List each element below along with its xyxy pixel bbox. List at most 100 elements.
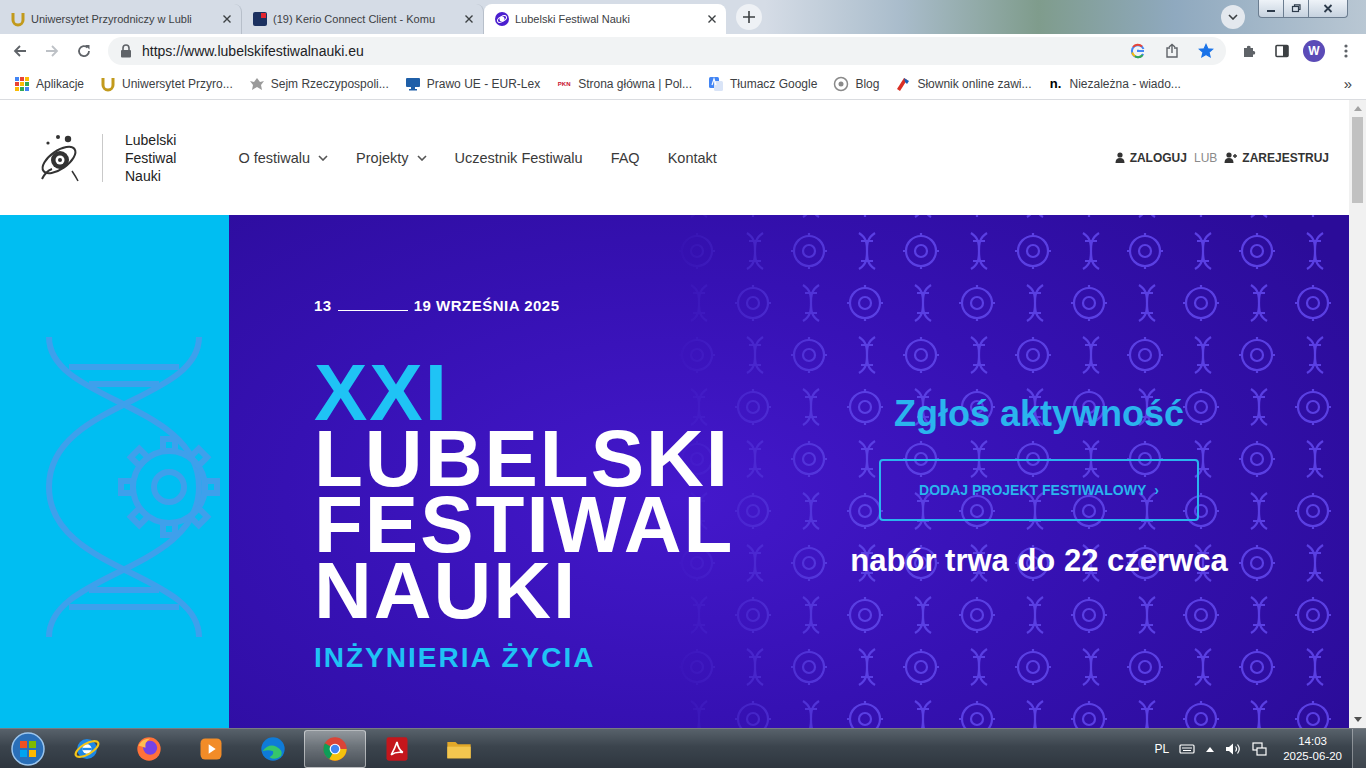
taskbar-app[interactable] [180, 730, 242, 768]
new-tab-button[interactable] [736, 4, 762, 30]
taskbar-app[interactable] [366, 730, 428, 768]
bookmark-item[interactable]: PKN Strona główna | Pol... [550, 73, 698, 95]
extensions-button[interactable] [1236, 37, 1264, 65]
nav-item[interactable]: Uczestnik Festiwalu [455, 150, 583, 166]
share-button[interactable] [1160, 39, 1184, 63]
windows-logo-icon [11, 732, 45, 766]
taskbar-app[interactable] [242, 730, 304, 768]
bookmark-label: Strona główna | Pol... [578, 77, 692, 91]
scroll-up-button[interactable] [1349, 100, 1366, 117]
clock[interactable]: 14:032025-06-20 [1277, 734, 1348, 764]
bookmark-label: Uniwersytet Przyro... [122, 77, 233, 91]
bookmark-label: Niezależna - wiado... [1069, 77, 1180, 91]
arrow-down-icon [1354, 717, 1362, 722]
auth-separator: LUB [1194, 151, 1217, 165]
auth-links: ZALOGUJ LUB ZAREJESTRUJ [1115, 151, 1329, 165]
hero-main: 1319 WRZEŚNIA 2025XXILUBELSKIFESTIWALNAU… [229, 215, 1349, 728]
login-link[interactable]: ZALOGUJ [1115, 151, 1187, 165]
puzzle-icon [1242, 43, 1258, 59]
bookmark-label: Słownik online zawi... [917, 77, 1031, 91]
bookmark-item[interactable]: Aplikacje [8, 73, 90, 95]
taskbar-app[interactable] [304, 730, 366, 768]
bookmark-label: Prawo UE - EUR-Lex [427, 77, 540, 91]
edition-number: XXI [314, 360, 789, 426]
close-icon[interactable] [461, 11, 477, 27]
keyboard-icon[interactable] [1179, 743, 1195, 755]
browser-tab[interactable]: Uniwersytet Przyrodniczy w Lubli [0, 4, 242, 34]
festival-theme: INŻYNIERIA ŻYCIA [314, 642, 789, 674]
window-controls [1259, 0, 1348, 18]
edge-icon [259, 735, 287, 763]
register-link[interactable]: ZAREJESTRUJ [1224, 151, 1329, 165]
bookmark-item[interactable]: Sejm Rzeczypospoli... [243, 73, 395, 95]
acrobat-icon [383, 735, 411, 763]
forward-button[interactable] [38, 37, 66, 65]
close-icon[interactable] [219, 11, 235, 27]
show-desktop-button[interactable] [1352, 729, 1366, 768]
bookmark-star-icon[interactable] [1198, 43, 1214, 59]
arrow-up-icon [1354, 106, 1362, 111]
more-bookmarks-button[interactable]: » [1336, 75, 1360, 92]
restore-button[interactable] [1283, 0, 1309, 18]
address-text: https://www.lubelskifestiwalnauki.eu [142, 43, 1116, 59]
reload-button[interactable] [70, 37, 98, 65]
show-hidden-icons-icon[interactable] [1205, 745, 1215, 753]
eurlex-icon [405, 76, 421, 92]
taskbar-app[interactable] [118, 730, 180, 768]
hero-side-strip [0, 215, 229, 728]
network-icon[interactable] [1251, 742, 1267, 756]
bookmark-item[interactable]: n.Niezależna - wiado... [1041, 73, 1186, 95]
bookmark-button[interactable] [1194, 39, 1218, 63]
clock-time: 14:03 [1298, 734, 1327, 749]
pkn-icon: PKN [556, 76, 572, 92]
scroll-down-button[interactable] [1349, 711, 1366, 728]
nav-item[interactable]: O festiwalu [238, 150, 328, 166]
bookmark-label: Tłumacz Google [730, 77, 817, 91]
google-lens-button[interactable] [1126, 39, 1150, 63]
reload-icon [76, 43, 92, 59]
dna-gear-icon [29, 332, 229, 642]
deadline-text: nabór trwa do 22 czerwca [850, 543, 1227, 579]
tab-search-button[interactable] [1221, 5, 1245, 29]
arrow-right-icon [44, 43, 60, 59]
bookmark-item[interactable]: Blog [827, 73, 885, 95]
title-line: NAUKI [314, 558, 789, 624]
address-bar[interactable]: https://www.lubelskifestiwalnauki.eu [108, 37, 1226, 65]
scroll-track [1349, 117, 1366, 711]
ie-icon [73, 735, 101, 763]
page-area: LubelskiFestiwalNauki O festiwalu Projekty… [0, 100, 1366, 728]
title-line: FESTIWAL [314, 492, 789, 558]
add-project-button[interactable]: DODAJ PROJEKT FESTIWALOWY› [879, 459, 1199, 521]
scroll-thumb[interactable] [1352, 117, 1363, 203]
nav-item[interactable]: Projekty [356, 150, 426, 166]
profile-avatar: W [1303, 40, 1325, 62]
bookmark-item[interactable]: Prawo UE - EUR-Lex [399, 73, 546, 95]
language-indicator[interactable]: PL [1154, 742, 1169, 756]
page-scrollbar[interactable] [1349, 100, 1366, 728]
lfn-icon [494, 11, 510, 27]
taskbar-app[interactable] [56, 730, 118, 768]
browser-tab[interactable]: (19) Kerio Connect Client - Komu [242, 4, 484, 34]
nav-item[interactable]: FAQ [611, 150, 640, 166]
menu-button[interactable] [1332, 37, 1360, 65]
start-button[interactable] [0, 729, 56, 768]
profile-button[interactable]: W [1300, 37, 1328, 65]
minimize-icon [1266, 5, 1276, 13]
bookmark-item[interactable]: Tłumacz Google [702, 73, 823, 95]
browser-tab[interactable]: Lubelski Festiwal Nauki [484, 4, 726, 34]
nav-item[interactable]: Kontakt [668, 150, 717, 166]
close-icon[interactable] [704, 11, 720, 27]
taskbar-app[interactable] [428, 730, 490, 768]
bookmark-item[interactable]: Uniwersytet Przyro... [94, 73, 239, 95]
side-panel-button[interactable] [1268, 37, 1296, 65]
bookmark-label: Aplikacje [36, 77, 84, 91]
volume-icon[interactable] [1225, 742, 1241, 756]
chevron-down-icon [417, 155, 427, 161]
cta-heading: Zgłoś aktywność [894, 393, 1184, 435]
close-window-button[interactable] [1308, 0, 1348, 18]
minimize-button[interactable] [1258, 0, 1284, 18]
chrome-icon [321, 735, 349, 763]
site-logo[interactable]: LubelskiFestiwalNauki [38, 131, 176, 185]
bookmark-item[interactable]: Słownik online zawi... [889, 73, 1037, 95]
back-button[interactable] [6, 37, 34, 65]
